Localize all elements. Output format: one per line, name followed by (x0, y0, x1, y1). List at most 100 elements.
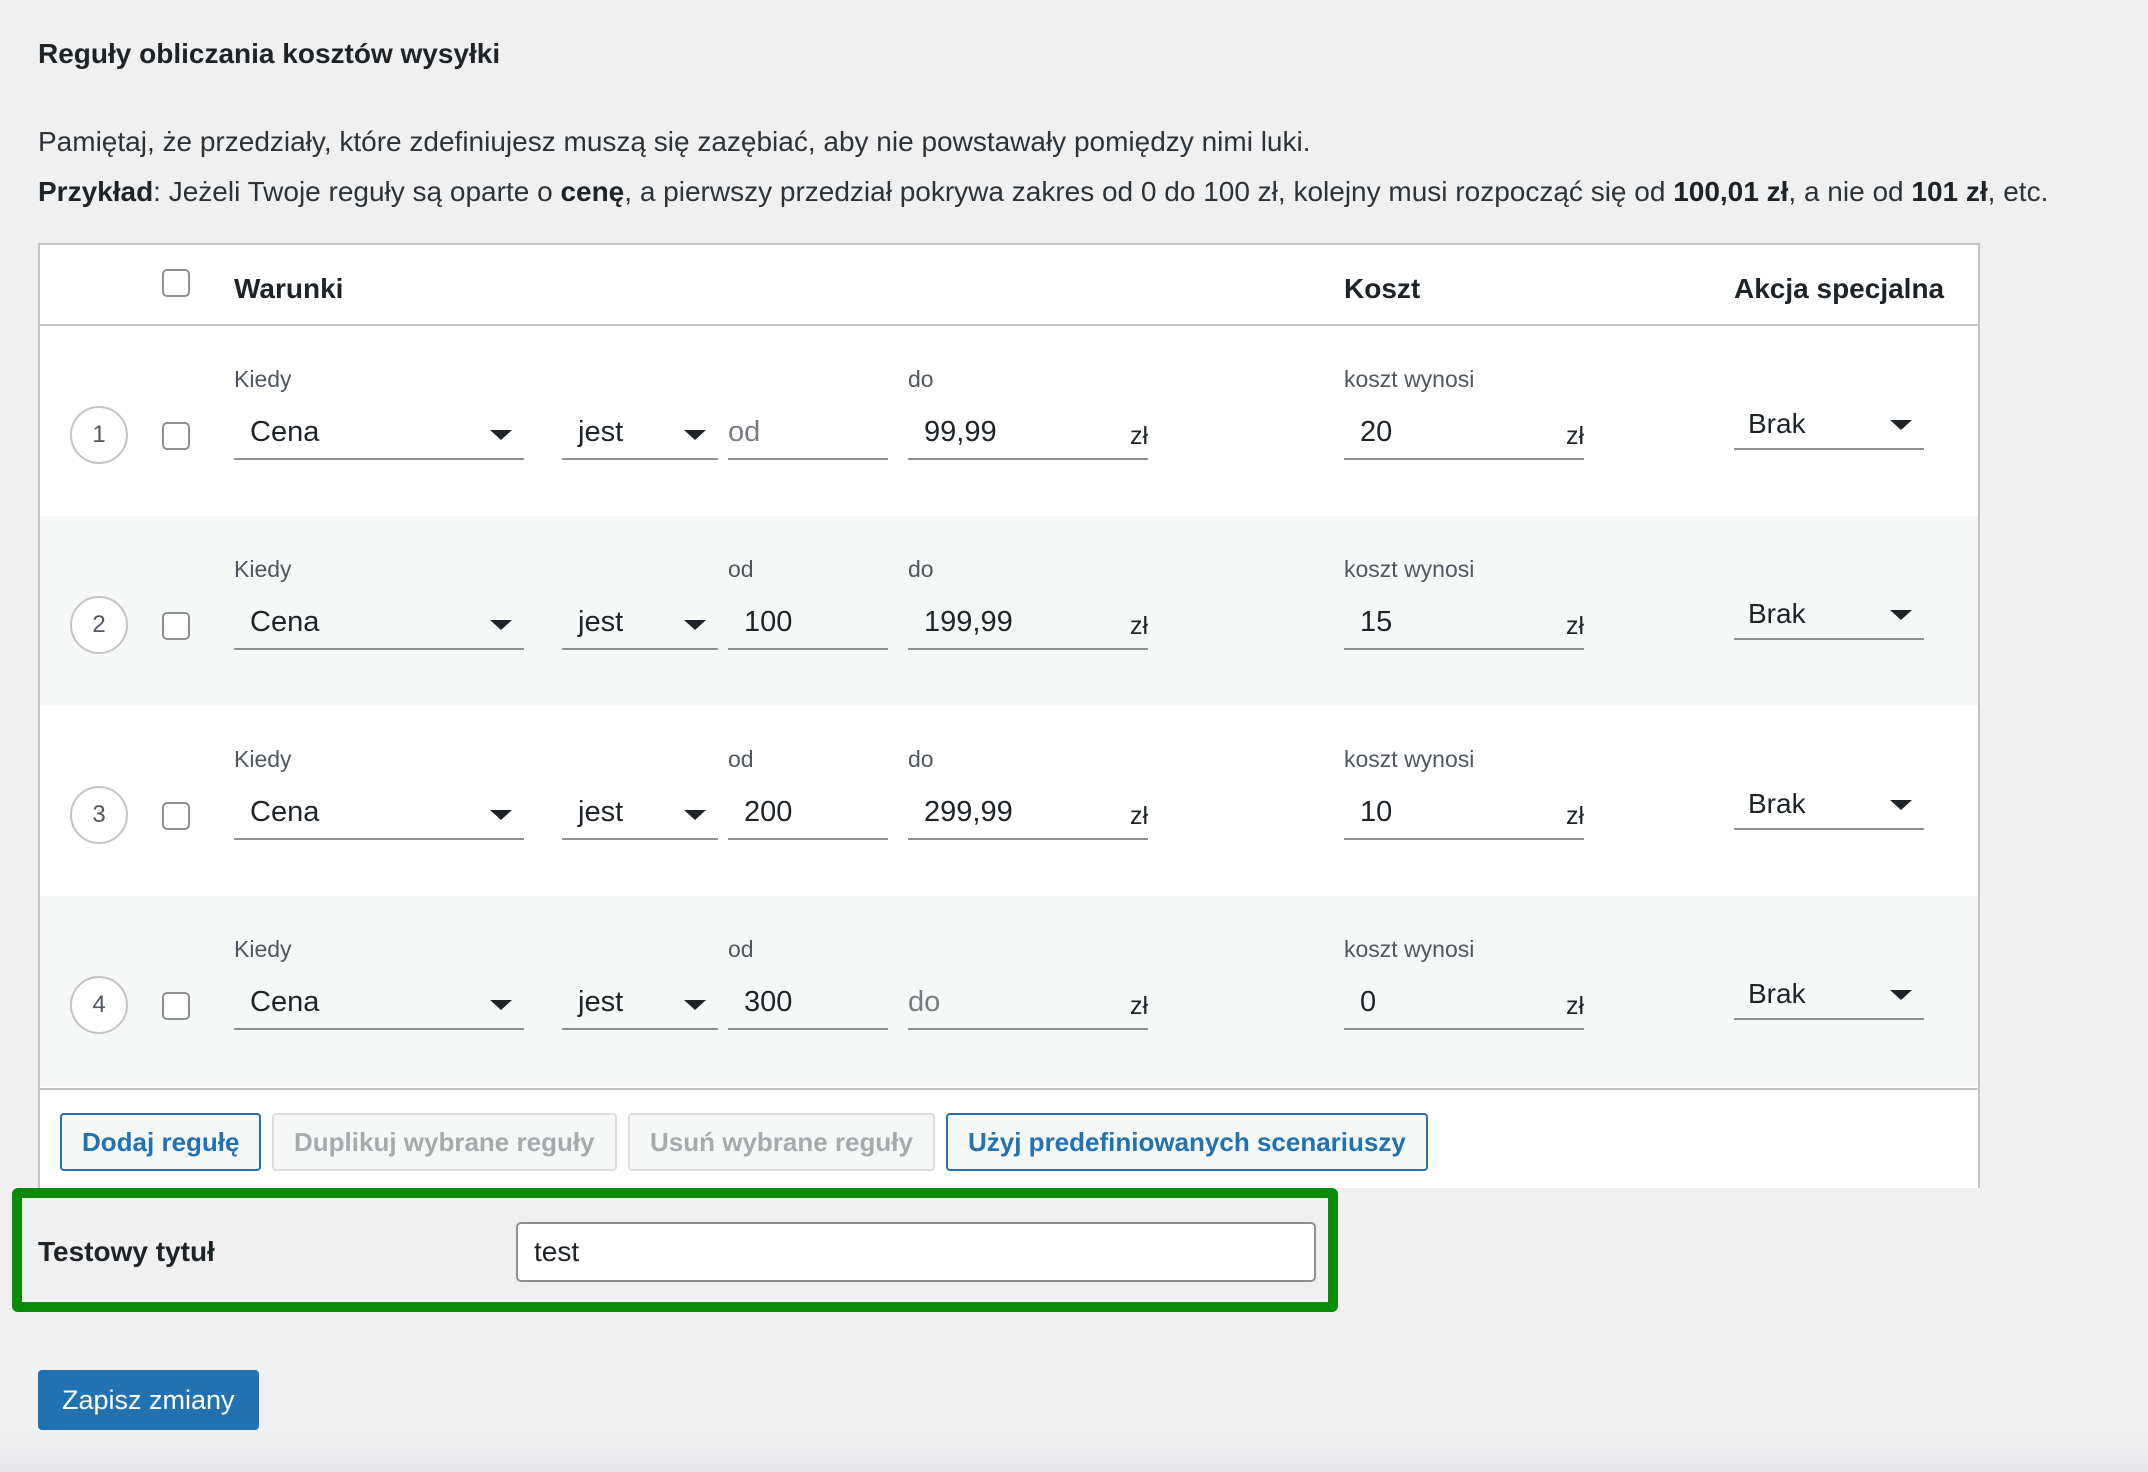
condition-select[interactable]: Cena (234, 978, 524, 1030)
currency-unit: zł (1565, 612, 1584, 640)
cost-label: koszt wynosi (1344, 936, 1475, 962)
add-rule-button[interactable]: Dodaj regułę (60, 1113, 262, 1171)
condition-value: Cena (250, 416, 320, 448)
to-value: 299,99 (924, 796, 1013, 828)
rule-row: 3 Kiedy Cena jest od 200 do 299,99 zł ko… (40, 706, 1978, 896)
example-bold-1: cenę (560, 176, 625, 207)
special-action-value: Brak (1748, 408, 1806, 439)
special-action-select[interactable]: Brak (1734, 778, 1924, 830)
select-all-checkbox[interactable] (162, 269, 190, 297)
rule-number: 1 (70, 406, 128, 464)
special-action-select[interactable]: Brak (1734, 968, 1924, 1020)
when-label: Kiedy (234, 936, 292, 962)
special-action-select[interactable]: Brak (1734, 398, 1924, 450)
currency-unit: zł (1129, 422, 1148, 450)
condition-select[interactable]: Cena (234, 408, 524, 460)
table-header: Warunki Koszt Akcja specjalna (40, 245, 1978, 326)
rule-row: 4 Kiedy Cena jest od 300 do zł koszt wyn… (40, 896, 1978, 1086)
from-label: od (728, 556, 754, 582)
to-input[interactable]: 299,99 zł (908, 788, 1148, 840)
cost-input[interactable]: 15 zł (1344, 598, 1584, 650)
header-conditions: Warunki (234, 273, 344, 304)
rule-row: 1 Kiedy Cena jest od do 99,99 zł koszt w… (40, 326, 1978, 516)
currency-unit: zł (1565, 992, 1584, 1020)
test-title-label: Testowy tytuł (38, 1236, 215, 1267)
rule-number: 4 (70, 976, 128, 1034)
test-title-input[interactable]: test (516, 1222, 1316, 1282)
operator-select[interactable]: jest (562, 978, 718, 1030)
cost-label: koszt wynosi (1344, 556, 1475, 582)
to-input[interactable]: 99,99 zł (908, 408, 1148, 460)
cost-input[interactable]: 10 zł (1344, 788, 1584, 840)
delete-rules-button[interactable]: Usuń wybrane reguły (628, 1113, 935, 1171)
operator-value: jest (578, 796, 624, 828)
chevron-down-icon (490, 620, 512, 630)
currency-unit: zł (1565, 802, 1584, 830)
rule-checkbox[interactable] (162, 802, 190, 830)
cost-value: 0 (1360, 986, 1377, 1018)
to-input[interactable]: 199,99 zł (908, 598, 1148, 650)
condition-value: Cena (250, 606, 320, 638)
cost-value: 20 (1360, 416, 1393, 448)
operator-value: jest (578, 986, 624, 1018)
cost-input[interactable]: 20 zł (1344, 408, 1584, 460)
from-label: od (728, 746, 754, 772)
operator-select[interactable]: jest (562, 408, 718, 460)
predefined-scenarios-button[interactable]: Użyj predefiniowanych scenariuszy (946, 1113, 1428, 1171)
from-input[interactable]: 200 (728, 788, 888, 840)
condition-value: Cena (250, 986, 320, 1018)
to-label: do (908, 366, 934, 392)
chevron-down-icon (684, 1000, 706, 1010)
condition-select[interactable]: Cena (234, 788, 524, 840)
chevron-down-icon (684, 430, 706, 440)
operator-value: jest (578, 606, 624, 638)
rule-checkbox[interactable] (162, 612, 190, 640)
rules-table: Warunki Koszt Akcja specjalna 1 Kiedy Ce… (38, 243, 1980, 1188)
condition-select[interactable]: Cena (234, 598, 524, 650)
cost-value: 10 (1360, 796, 1393, 828)
currency-unit: zł (1129, 992, 1148, 1020)
operator-select[interactable]: jest (562, 598, 718, 650)
rule-checkbox[interactable] (162, 422, 190, 450)
example-text-4: , etc. (1987, 176, 2049, 207)
test-title-row: Testowy tytuł test (12, 1188, 1338, 1312)
cost-value: 15 (1360, 606, 1393, 638)
cost-input[interactable]: 0 zł (1344, 978, 1584, 1030)
save-changes-button[interactable]: Zapisz zmiany (38, 1370, 259, 1430)
cost-label: koszt wynosi (1344, 746, 1475, 772)
from-label: od (728, 936, 754, 962)
currency-unit: zł (1129, 612, 1148, 640)
chevron-down-icon (490, 810, 512, 820)
rule-number: 3 (70, 786, 128, 844)
to-value: 99,99 (924, 416, 997, 448)
rule-checkbox[interactable] (162, 992, 190, 1020)
to-label: do (908, 556, 934, 582)
example-bold-3: 101 zł (1911, 176, 1988, 207)
page-title: Reguły obliczania kosztów wysyłki (38, 38, 501, 69)
currency-unit: zł (1565, 422, 1584, 450)
duplicate-rules-button[interactable]: Duplikuj wybrane reguły (272, 1113, 617, 1171)
info-note: Pamiętaj, że przedziały, które zdefiniuj… (38, 126, 1311, 157)
from-input[interactable]: 300 (728, 978, 888, 1030)
chevron-down-icon (490, 1000, 512, 1010)
chevron-down-icon (1890, 420, 1912, 430)
operator-select[interactable]: jest (562, 788, 718, 840)
rule-number: 2 (70, 596, 128, 654)
example-text-1: : Jeżeli Twoje reguły są oparte o (153, 176, 561, 207)
rule-row: 2 Kiedy Cena jest od 100 do 199,99 zł ko… (40, 516, 1978, 706)
from-input[interactable]: od (728, 408, 888, 460)
to-input[interactable]: do zł (908, 978, 1148, 1030)
special-action-value: Brak (1748, 978, 1806, 1009)
page-bottom-shade (0, 1430, 2148, 1472)
when-label: Kiedy (234, 556, 292, 582)
chevron-down-icon (1890, 990, 1912, 1000)
special-action-select[interactable]: Brak (1734, 588, 1924, 640)
from-value: 300 (744, 986, 793, 1018)
from-value: 100 (744, 606, 793, 638)
chevron-down-icon (684, 810, 706, 820)
example-label: Przykład (38, 176, 154, 207)
example-note: Przykład: Jeżeli Twoje reguły są oparte … (38, 176, 2048, 208)
currency-unit: zł (1129, 802, 1148, 830)
chevron-down-icon (490, 430, 512, 440)
from-input[interactable]: 100 (728, 598, 888, 650)
